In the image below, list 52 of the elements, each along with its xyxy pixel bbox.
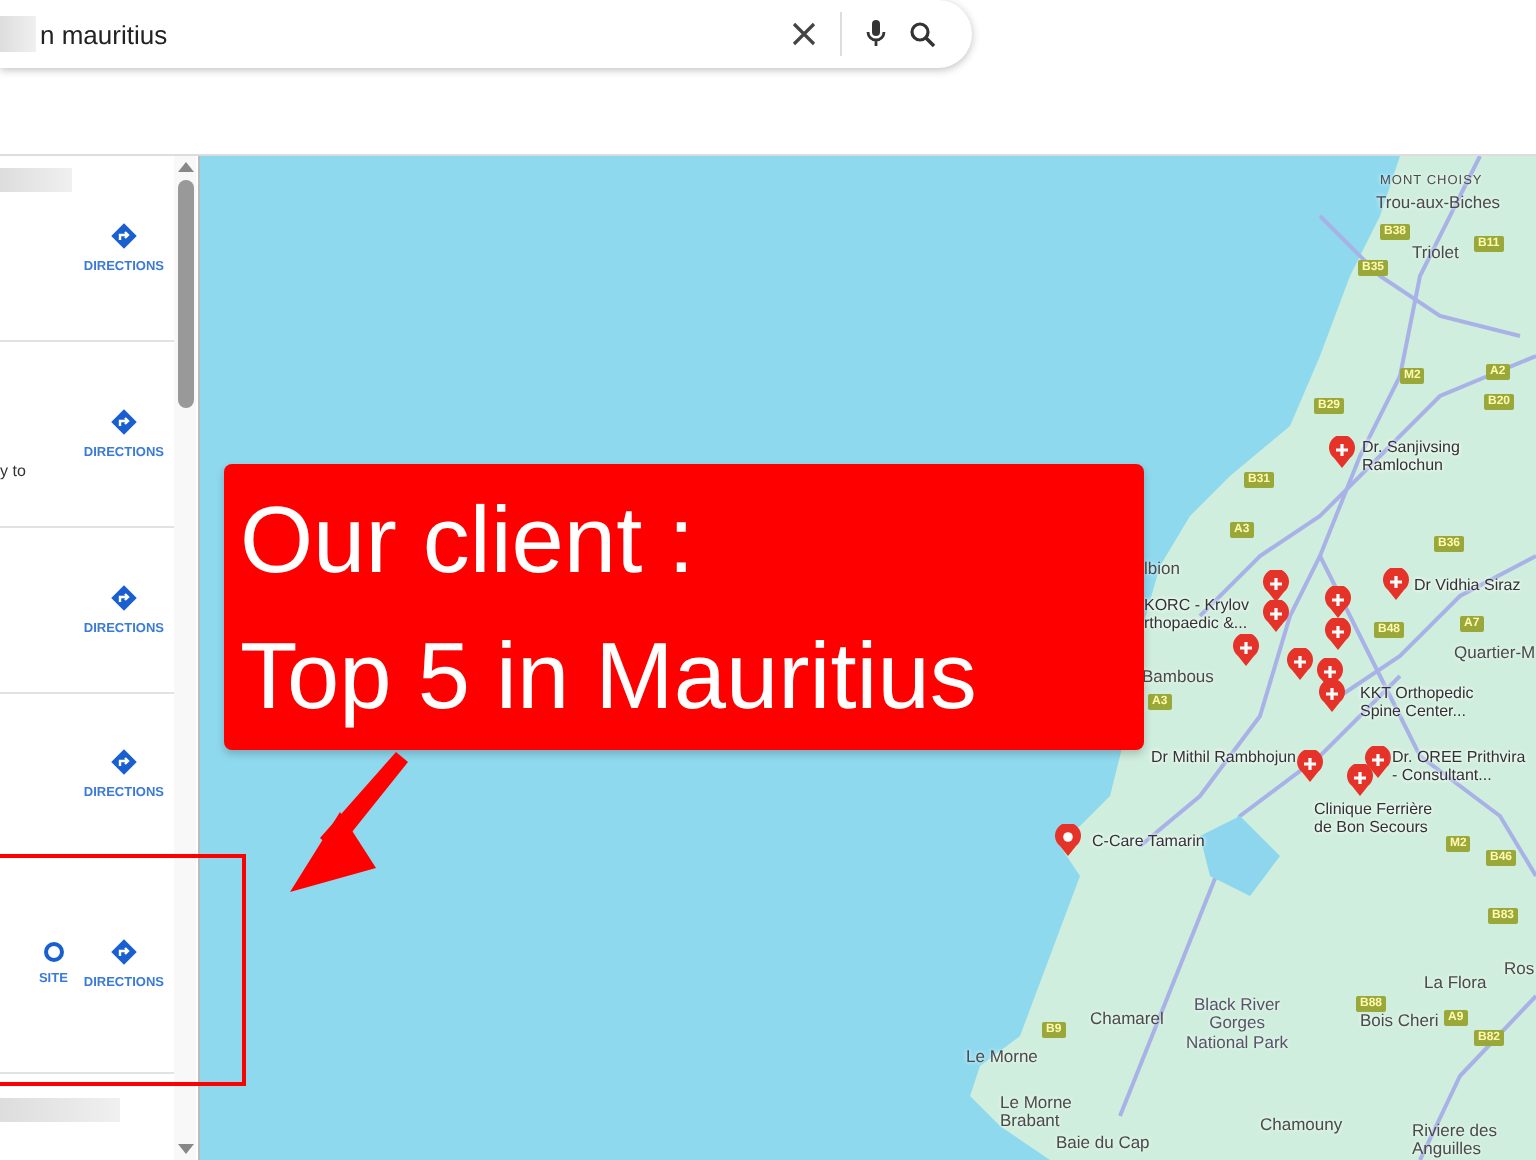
- pin-label[interactable]: Dr Vidhia Siraz: [1414, 576, 1521, 595]
- place-label: Riviere des Anguilles: [1412, 1122, 1498, 1160]
- pin-label[interactable]: C-Care Tamarin: [1092, 832, 1205, 851]
- place-label: Le Morne Brabant: [1000, 1094, 1072, 1132]
- pin-label[interactable]: Dr Mithil Rambhojun: [1151, 748, 1296, 767]
- scroll-down-icon[interactable]: [177, 1144, 193, 1154]
- place-label: Black River Gorges National Park: [1186, 996, 1289, 1053]
- scrollbar-thumb[interactable]: [177, 180, 193, 408]
- hospital-pin-icon[interactable]: [1324, 586, 1352, 618]
- blurred-region: [0, 168, 72, 192]
- lake-drawing: [1200, 816, 1280, 896]
- hospital-pin-icon[interactable]: [1324, 618, 1352, 650]
- scroll-up-icon[interactable]: [177, 162, 193, 172]
- place-label: Triolet: [1412, 244, 1459, 263]
- arrow: [290, 752, 408, 892]
- location-pin-icon[interactable]: [1054, 824, 1082, 856]
- pin-label[interactable]: KKT Orthopedic Spine Center...: [1360, 684, 1474, 721]
- microphone-icon[interactable]: [866, 20, 886, 48]
- result-snippet: y to: [0, 462, 26, 480]
- hospital-pin-icon[interactable]: [1382, 568, 1410, 600]
- place-label: Chamouny: [1260, 1116, 1343, 1135]
- hospital-pin-icon[interactable]: [1346, 764, 1374, 796]
- callout-tooltip: Our client : Top 5 in Mauritius: [224, 464, 1144, 750]
- pin-label[interactable]: Dr. OREE Prithvira - Consultant...: [1392, 748, 1526, 785]
- close-icon[interactable]: [792, 22, 816, 46]
- pin-label[interactable]: KORC - Krylov rthopaedic &...: [1144, 596, 1249, 633]
- search-icon[interactable]: [910, 21, 936, 47]
- hospital-pin-icon[interactable]: [1328, 436, 1356, 468]
- place-label: Bois Cheri: [1360, 1012, 1439, 1031]
- hospital-pin-icon[interactable]: [1262, 600, 1290, 632]
- hospital-pin-icon[interactable]: [1296, 750, 1324, 782]
- place-label: La Flora: [1424, 974, 1487, 993]
- search-field[interactable]: n mauritius: [0, 0, 972, 68]
- scrollbar[interactable]: [174, 156, 196, 1160]
- hospital-pin-icon[interactable]: [1318, 680, 1346, 712]
- hospital-pin-icon[interactable]: [1262, 570, 1290, 602]
- place-label: lbion: [1144, 560, 1180, 579]
- pin-label[interactable]: Clinique Ferrière de Bon Secours: [1314, 800, 1433, 837]
- hospital-pin-icon[interactable]: [1286, 648, 1314, 680]
- place-label: Baie du Cap: [1056, 1134, 1150, 1153]
- hospital-pin-icon[interactable]: [1232, 634, 1260, 666]
- place-label: Bambous: [1142, 668, 1214, 687]
- place-label: Trou-aux-Biches: [1376, 194, 1501, 213]
- place-label: Le Morne: [966, 1048, 1038, 1067]
- search-input[interactable]: n mauritius: [40, 19, 768, 49]
- blurred-region: [0, 16, 36, 52]
- place-label: Quartier-M: [1454, 644, 1536, 663]
- place-label: Chamarel: [1090, 1010, 1164, 1029]
- globe-icon: [43, 942, 64, 962]
- blurred-region: [0, 1098, 120, 1122]
- pin-label[interactable]: Dr. Sanjivsing Ramlochun: [1362, 438, 1460, 475]
- place-label: Ros: [1504, 960, 1535, 979]
